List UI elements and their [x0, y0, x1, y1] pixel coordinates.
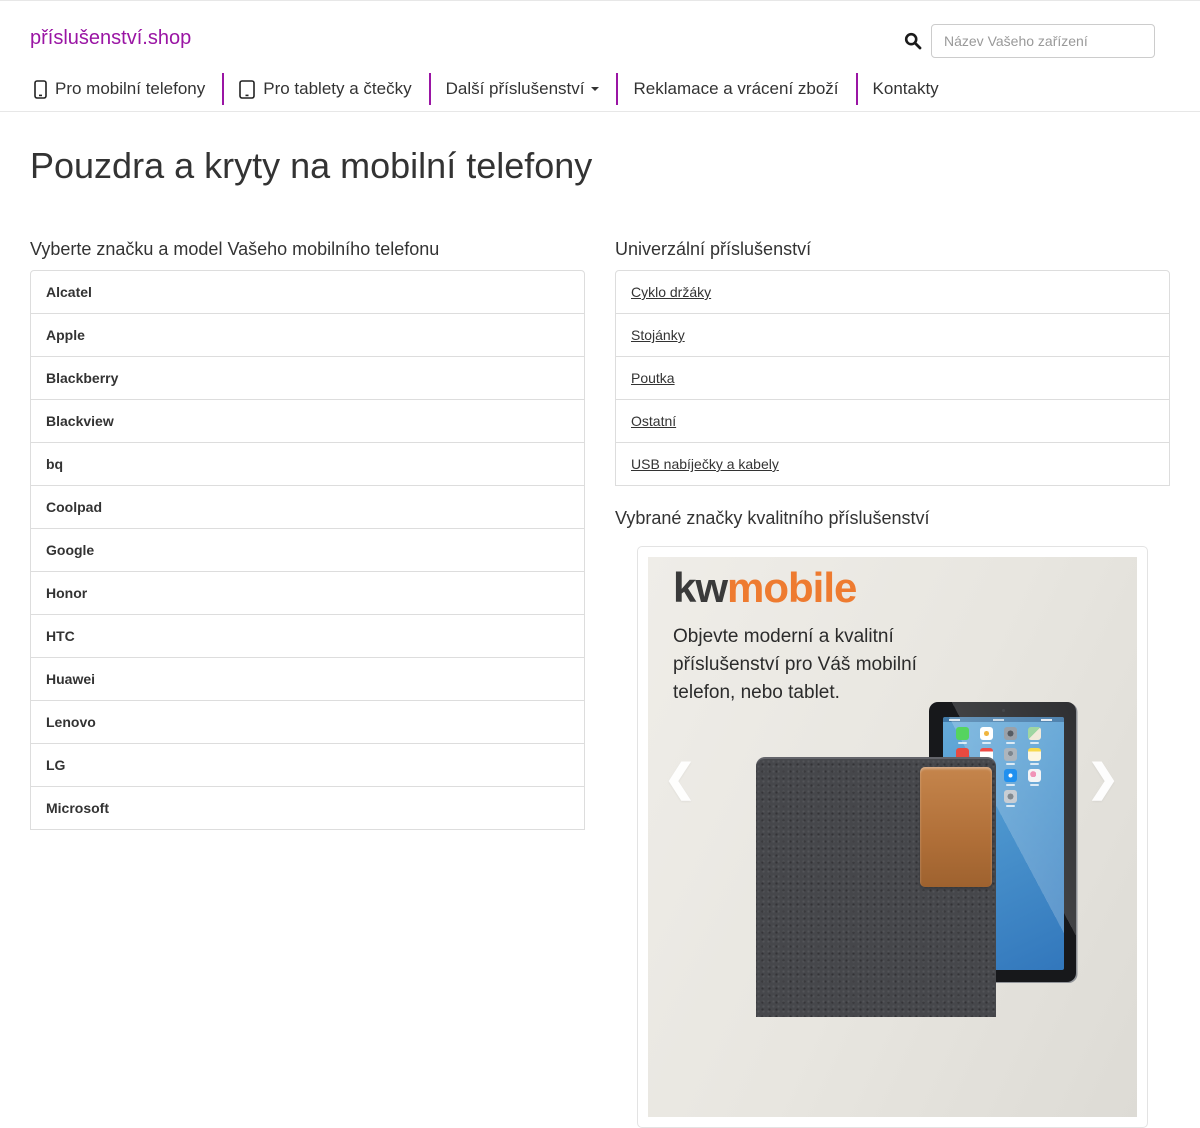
menu-item-label: Další příslušenství [446, 79, 585, 99]
search-box [904, 24, 1155, 58]
brand-label: Alcatel [46, 284, 92, 300]
slide-caption: Objevte moderní a kvalitní příslušenství… [673, 623, 951, 707]
brand-list-item[interactable]: Alcatel [30, 270, 585, 314]
universal-link[interactable]: Poutka [631, 370, 675, 386]
menu-item-label: Pro tablety a čtečky [263, 79, 411, 99]
brand-list-item[interactable]: Blackview [30, 399, 585, 443]
brand-list-item[interactable]: Microsoft [30, 786, 585, 830]
kwmobile-logo: kwmobile [673, 565, 951, 611]
featured-panel: kwmobile Objevte moderní a kvalitní přís… [637, 546, 1148, 1128]
brand-label: Coolpad [46, 499, 102, 515]
universal-list-item[interactable]: USB nabíječky a kabely [615, 442, 1170, 486]
menu-item-mobile-phones[interactable]: Pro mobilní telefony [30, 73, 222, 105]
universal-heading: Univerzální příslušenství [615, 239, 1170, 260]
brand-label: LG [46, 757, 65, 773]
app-icon [1028, 727, 1041, 740]
app-icon [1028, 748, 1041, 761]
brand-list-item[interactable]: HTC [30, 614, 585, 658]
caret-down-icon [591, 87, 599, 91]
app-icon [1004, 748, 1017, 761]
app-icon [1028, 769, 1041, 782]
app-icon [980, 727, 993, 740]
menu-item-claims-returns[interactable]: Reklamace a vrácení zboží [616, 73, 855, 105]
brand-list-item[interactable]: Apple [30, 313, 585, 357]
header: příslušenství.shop Pro mobilní telefony [0, 0, 1200, 112]
carousel-slide-kwmobile[interactable]: kwmobile Objevte moderní a kvalitní přís… [648, 557, 1137, 1117]
main-menu: Pro mobilní telefony Pro tablety a čtečk… [30, 72, 956, 106]
universal-link[interactable]: Cyklo držáky [631, 284, 711, 300]
search-input[interactable] [931, 24, 1155, 58]
site-logo[interactable]: příslušenství.shop [30, 27, 191, 50]
universal-list: Cyklo držáky Stojánky Poutka Ostatní USB… [615, 270, 1170, 486]
app-icon [1004, 790, 1017, 803]
app-icon [956, 727, 969, 740]
main-content: Pouzdra a kryty na mobilní telefony Vybe… [30, 145, 1170, 1128]
kwmobile-logo-mobile: mobile [727, 564, 856, 611]
brand-label: Blackberry [46, 370, 118, 386]
leather-strap-image [920, 767, 992, 887]
menu-item-contacts[interactable]: Kontakty [856, 73, 956, 105]
carousel-prev-button[interactable]: ❮ [664, 760, 696, 798]
slide-text: kwmobile Objevte moderní a kvalitní přís… [673, 565, 951, 707]
search-icon[interactable] [904, 32, 922, 50]
app-icon [1004, 727, 1017, 740]
app-icon [1028, 790, 1041, 803]
kwmobile-logo-kw: kw [673, 564, 727, 611]
brand-carousel: kwmobile Objevte moderní a kvalitní přís… [648, 557, 1137, 1117]
universal-link[interactable]: Ostatní [631, 413, 676, 429]
tablet-icon [239, 80, 255, 99]
brands-column: Vyberte značku a model Vašeho mobilního … [30, 217, 585, 1128]
brand-label: Apple [46, 327, 85, 343]
brand-label: bq [46, 456, 63, 472]
brand-list-item[interactable]: Google [30, 528, 585, 572]
brand-label: Lenovo [46, 714, 96, 730]
brand-list-item[interactable]: Coolpad [30, 485, 585, 529]
brand-list-item[interactable]: bq [30, 442, 585, 486]
brand-list-item[interactable]: Lenovo [30, 700, 585, 744]
universal-list-item[interactable]: Poutka [615, 356, 1170, 400]
featured-heading: Vybrané značky kvalitního příslušenství [615, 508, 1170, 529]
brand-list-item[interactable]: Honor [30, 571, 585, 615]
brand-list: Alcatel Apple Blackberry Blackview bq Co… [30, 270, 585, 830]
tablet-statusbar [943, 717, 1064, 722]
menu-item-label: Kontakty [873, 79, 939, 99]
brand-list-item[interactable]: LG [30, 743, 585, 787]
universal-list-item[interactable]: Stojánky [615, 313, 1170, 357]
universal-list-item[interactable]: Cyklo držáky [615, 270, 1170, 314]
mobile-phone-icon [34, 80, 47, 99]
universal-list-item[interactable]: Ostatní [615, 399, 1170, 443]
menu-item-label: Reklamace a vrácení zboží [633, 79, 838, 99]
brand-label: HTC [46, 628, 75, 644]
brand-list-item[interactable]: Blackberry [30, 356, 585, 400]
universal-column: Univerzální příslušenství Cyklo držáky S… [615, 217, 1170, 1128]
brand-label: Microsoft [46, 800, 109, 816]
brand-label: Blackview [46, 413, 114, 429]
app-icon [1004, 769, 1017, 782]
carousel-next-button[interactable]: ❯ [1087, 760, 1119, 798]
brand-label: Google [46, 542, 94, 558]
universal-link[interactable]: USB nabíječky a kabely [631, 456, 779, 472]
menu-item-label: Pro mobilní telefony [55, 79, 205, 99]
menu-item-other-accessories[interactable]: Další příslušenství [429, 73, 617, 105]
brand-label: Honor [46, 585, 87, 601]
universal-link[interactable]: Stojánky [631, 327, 685, 343]
brand-list-item[interactable]: Huawei [30, 657, 585, 701]
brands-heading: Vyberte značku a model Vašeho mobilního … [30, 239, 585, 260]
menu-item-tablets[interactable]: Pro tablety a čtečky [222, 73, 428, 105]
tablet-camera-dot [1002, 709, 1005, 712]
page-title: Pouzdra a kryty na mobilní telefony [30, 145, 1170, 187]
brand-label: Huawei [46, 671, 95, 687]
